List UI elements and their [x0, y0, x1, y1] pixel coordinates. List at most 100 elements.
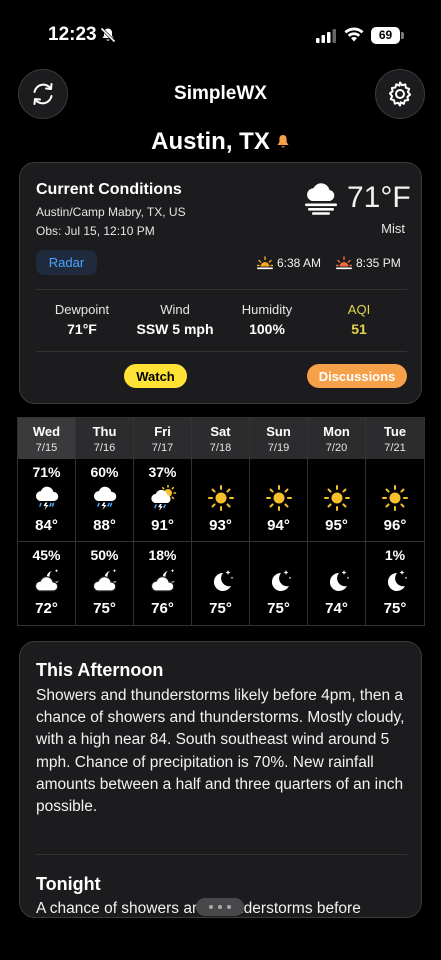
settings-button[interactable] [375, 69, 425, 119]
sun-icon [265, 484, 293, 512]
forecast-date: 7/20 [325, 442, 348, 454]
forecast-day-column[interactable]: Fri 7/17 37% 91° 18% 76° [134, 418, 192, 625]
metric-aqi[interactable]: AQI 51 [314, 302, 404, 337]
precip-chance: 60% [90, 464, 119, 480]
low-temperature: 76° [151, 600, 174, 617]
forecast-day-cell[interactable]: 71% 84° [18, 459, 75, 542]
forecast-day-name: Sat [210, 424, 231, 439]
high-temperature: 96° [383, 517, 407, 534]
forecast-day-header: Sun 7/19 [250, 418, 307, 459]
location-row[interactable]: Austin, TX [0, 128, 441, 156]
forecast-day-name: Wed [32, 424, 61, 439]
location-name: Austin, TX [151, 128, 270, 155]
current-conditions-title: Current Conditions [36, 181, 182, 198]
current-conditions-card: Current Conditions Austin/Camp Mabry, TX… [19, 162, 422, 404]
forecast-date: 7/19 [267, 442, 290, 454]
forecast-day-cell[interactable]: 94° [250, 459, 307, 542]
forecast-day-header: Tue 7/21 [366, 418, 424, 459]
high-temperature: 95° [325, 517, 348, 534]
forecast-day-column[interactable]: Mon 7/20 95° 74° [308, 418, 366, 625]
precip-chance: 1% [384, 547, 406, 563]
forecast-day-column[interactable]: Tue 7/21 96° 1% 75° [366, 418, 424, 625]
battery-icon: 69 [371, 27, 404, 44]
discussions-button[interactable]: Discussions [307, 364, 407, 388]
forecast-day-header: Wed 7/15 [18, 418, 75, 459]
high-temperature: 94° [267, 517, 290, 534]
forecast-date: 7/16 [93, 442, 116, 454]
precip-chance: 37% [148, 464, 177, 480]
sunset: 8:35 PM [336, 256, 401, 270]
precip-chance: 71% [32, 464, 61, 480]
metric-humidity: Humidity 100% [222, 302, 312, 337]
low-temperature: 72° [35, 600, 58, 617]
metric-value: 100% [249, 321, 285, 337]
forecast-day-cell[interactable]: 95° [308, 459, 365, 542]
sun-icon [207, 484, 235, 512]
high-temperature: 84° [35, 517, 58, 534]
metric-value: 71°F [67, 321, 97, 337]
partly-cloudy-night-icon [91, 567, 119, 595]
station-name: Austin/Camp Mabry, TX, US [36, 205, 186, 219]
divider [36, 289, 407, 290]
forecast-night-cell[interactable]: 18% 76° [134, 542, 191, 627]
period-title: This Afternoon [36, 660, 164, 680]
metric-dewpoint: Dewpoint 71°F [37, 302, 127, 337]
watch-button[interactable]: Watch [124, 364, 187, 388]
high-temperature: 91° [151, 517, 174, 534]
forecast-day-column[interactable]: Thu 7/16 60% 88° 50% 75° [76, 418, 134, 625]
forecast-day-cell[interactable]: 37% 91° [134, 459, 191, 542]
seven-day-forecast-grid[interactable]: Wed 7/15 71% 84° 45% 72° Thu 7/16 60% 88… [17, 417, 425, 626]
moon-icon [207, 567, 235, 595]
forecast-night-cell[interactable]: 75° [192, 542, 249, 627]
forecast-day-header: Sat 7/18 [192, 418, 249, 459]
forecast-day-column[interactable]: Wed 7/15 71% 84° 45% 72° [18, 418, 76, 625]
forecast-night-cell[interactable]: 74° [308, 542, 365, 627]
page-indicator[interactable] [196, 898, 244, 916]
wifi-icon [344, 27, 364, 42]
forecast-day-column[interactable]: Sat 7/18 93° 75° [192, 418, 250, 625]
metric-value: 51 [351, 321, 367, 337]
gear-icon [388, 81, 412, 107]
forecast-day-name: Thu [92, 424, 117, 439]
forecast-night-cell[interactable]: 1% 75° [366, 542, 424, 627]
divider [36, 351, 407, 352]
sunset-icon [336, 256, 352, 270]
sunrise-icon [257, 256, 273, 270]
metric-label: Dewpoint [54, 302, 110, 317]
forecast-day-name: Tue [383, 424, 407, 439]
divider [36, 854, 407, 855]
period-text: Showers and thunderstorms likely before … [36, 687, 405, 816]
radar-button[interactable]: Radar [36, 250, 97, 275]
forecast-date: 7/17 [151, 442, 174, 454]
moon-icon [381, 567, 409, 595]
observation-time: Obs: Jul 15, 12:10 PM [36, 224, 155, 238]
sunrise: 6:38 AM [257, 256, 321, 270]
forecast-date: 7/21 [384, 442, 406, 454]
forecast-day-column[interactable]: Sun 7/19 94° 75° [250, 418, 308, 625]
forecast-day-name: Fri [154, 424, 171, 439]
metric-value: SSW 5 mph [136, 321, 214, 337]
thunderstorm-icon [91, 484, 119, 512]
low-temperature: 75° [93, 600, 116, 617]
partly-cloudy-night-icon [33, 567, 61, 595]
precip-chance: 45% [32, 547, 61, 563]
metric-label: Humidity [241, 302, 293, 317]
forecast-date: 7/15 [35, 442, 58, 454]
alert-bell-icon[interactable] [276, 134, 290, 150]
forecast-day-name: Mon [323, 424, 350, 439]
sunset-time: 8:35 PM [356, 256, 401, 270]
forecast-night-cell[interactable]: 50% 75° [76, 542, 133, 627]
low-temperature: 75° [209, 600, 232, 617]
forecast-day-name: Sun [266, 424, 291, 439]
forecast-night-cell[interactable]: 75° [250, 542, 307, 627]
forecast-text-card[interactable]: This Afternoon Showers and thunderstorms… [19, 641, 422, 918]
forecast-day-cell[interactable]: 96° [366, 459, 424, 542]
metric-label: Wind [160, 302, 190, 317]
sun-icon [381, 484, 409, 512]
forecast-day-cell[interactable]: 60% 88° [76, 459, 133, 542]
current-temperature: 71°F [347, 181, 411, 214]
current-description: Mist [381, 221, 405, 236]
forecast-day-cell[interactable]: 93° [192, 459, 249, 542]
bell-off-icon [100, 27, 116, 43]
forecast-night-cell[interactable]: 45% 72° [18, 542, 75, 627]
